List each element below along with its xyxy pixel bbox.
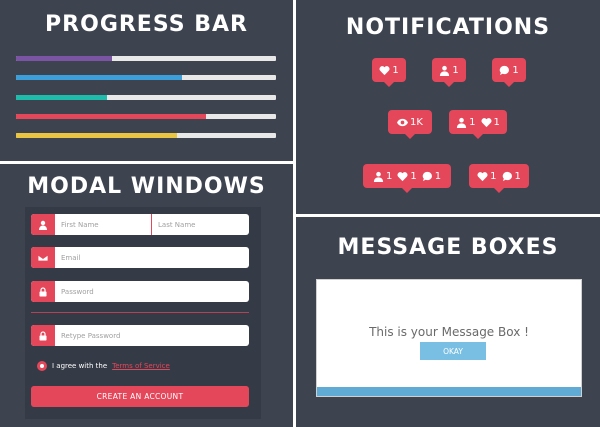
email-field[interactable]: [55, 247, 245, 268]
notifications-title: NOTIFICATIONS: [345, 15, 551, 40]
notification-count: 1: [493, 116, 500, 128]
message-text: This is your Message Box !: [369, 325, 529, 339]
eye-icon: [397, 117, 409, 128]
envelope-icon: [31, 247, 55, 268]
notification-count: 1: [514, 170, 521, 182]
notification-count: 1: [469, 116, 476, 128]
comment-icon: [422, 171, 433, 182]
terms-of-service-link[interactable]: Terms of Service: [112, 362, 170, 370]
modal-windows-panel: MODAL WINDOWS First Name Last Name Email…: [0, 164, 293, 427]
heart-icon: [379, 65, 390, 76]
message-box-footer: [317, 387, 581, 396]
comment-icon: [499, 65, 510, 76]
notification-badge[interactable]: 1: [492, 58, 526, 87]
progress-bar-track: [16, 95, 276, 100]
progress-bar-fill: [16, 114, 206, 119]
notification-count: 1: [434, 170, 442, 182]
lock-icon: [31, 281, 55, 302]
notification-badge[interactable]: 11: [449, 110, 507, 139]
notification-count: 1: [452, 64, 459, 76]
modal-windows-title: MODAL WINDOWS: [27, 174, 266, 199]
heart-icon: [480, 117, 492, 128]
progress-bar-track: [16, 56, 276, 61]
name-field-group: [31, 214, 249, 235]
progress-bar-fill: [16, 75, 183, 80]
notification-item: 1: [422, 171, 441, 182]
notification-item: 1K: [397, 117, 423, 128]
notification-badge[interactable]: 1: [372, 58, 406, 87]
user-icon: [456, 117, 467, 128]
terms-agreement: I agree with the Terms of Service: [37, 361, 170, 371]
agree-label: I agree with the: [52, 362, 108, 370]
user-icon: [373, 171, 384, 182]
divider: [31, 312, 249, 313]
notification-count: 1: [490, 170, 497, 182]
progress-bar-track: [16, 133, 276, 138]
notification-count: 1: [512, 64, 519, 76]
agree-radio[interactable]: [37, 361, 47, 371]
notification-count: 1: [385, 170, 393, 182]
notification-badge[interactable]: 11: [469, 164, 529, 193]
signup-modal: I agree with the Terms of Service CREATE…: [25, 207, 261, 419]
last-name-field[interactable]: [152, 214, 249, 235]
progress-bar-fill: [16, 95, 107, 100]
notification-item: 1: [480, 116, 500, 128]
notifications-panel: NOTIFICATIONS 1 1 1 1K 1 1 1 1 1 1 1: [296, 0, 600, 214]
user-icon: [439, 65, 450, 76]
heart-icon: [397, 171, 408, 182]
notification-badge[interactable]: 1 1 1: [363, 164, 451, 193]
user-icon: [31, 214, 55, 235]
email-field-group: [31, 247, 249, 268]
notification-count: 1K: [410, 116, 423, 128]
notification-item: 1: [397, 170, 417, 182]
notification-item: 1: [379, 64, 399, 76]
notification-item: 1: [456, 116, 476, 128]
notification-item: 1: [502, 171, 521, 182]
first-name-field[interactable]: [55, 214, 152, 235]
heart-icon: [477, 171, 488, 182]
message-box: This is your Message Box ! OKAY: [316, 279, 582, 397]
progress-bar-fill: [16, 56, 113, 61]
okay-button[interactable]: OKAY: [420, 342, 486, 360]
progress-bar-panel: PROGRESS BAR: [0, 0, 293, 161]
notification-count: 1: [392, 64, 399, 76]
notification-item: 1: [477, 170, 497, 182]
retype-password-field[interactable]: [55, 325, 245, 346]
notification-count: 1: [410, 170, 417, 182]
password-field[interactable]: [55, 281, 245, 302]
message-boxes-panel: MESSAGE BOXES This is your Message Box !…: [296, 217, 600, 427]
progress-bar-fill: [16, 133, 178, 138]
password-field-group: [31, 281, 249, 302]
lock-icon: [31, 325, 55, 346]
notification-item: 1: [499, 64, 519, 76]
notification-item: 1: [373, 171, 392, 182]
notification-badge[interactable]: 1: [432, 58, 466, 87]
progress-bar-track: [16, 114, 276, 119]
notification-badge[interactable]: 1K: [388, 110, 432, 139]
create-account-button[interactable]: CREATE AN ACCOUNT: [31, 386, 249, 407]
notification-item: 1: [439, 64, 459, 76]
progress-bar-track: [16, 75, 276, 80]
retype-password-field-group: [31, 325, 249, 346]
progress-bar-title: PROGRESS BAR: [45, 12, 248, 37]
comment-icon: [502, 171, 513, 182]
message-boxes-title: MESSAGE BOXES: [337, 235, 559, 260]
